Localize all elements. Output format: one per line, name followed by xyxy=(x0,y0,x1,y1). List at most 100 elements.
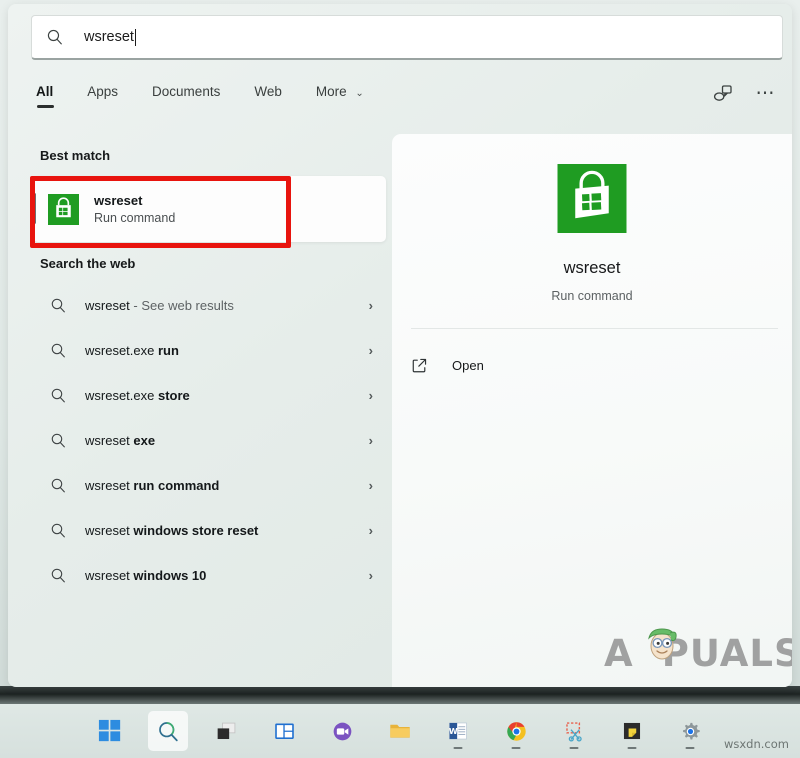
list-item[interactable]: wsreset run command › xyxy=(33,463,386,508)
tab-all-label: All xyxy=(36,84,53,99)
taskbar-search-button[interactable] xyxy=(148,711,188,751)
label-bold: windows 10 xyxy=(133,568,206,583)
search-icon xyxy=(157,720,180,743)
mascot-face-icon xyxy=(640,620,684,664)
appuals-watermark: A P PUALS xyxy=(604,632,792,675)
running-indicator xyxy=(454,747,463,749)
list-item-label: wsreset run command xyxy=(85,478,219,493)
list-item-label: wsreset exe xyxy=(85,433,155,448)
folder-icon xyxy=(388,719,412,743)
preview-app-subtitle: Run command xyxy=(392,289,792,303)
tab-documents[interactable]: Documents xyxy=(152,82,220,108)
chevron-right-icon: › xyxy=(369,478,373,493)
selection-indicator xyxy=(33,193,36,224)
feedback-icon[interactable] xyxy=(712,83,734,105)
running-indicator xyxy=(570,747,579,749)
search-icon xyxy=(50,342,67,359)
label-bold: run xyxy=(158,343,179,358)
site-watermark: wsxdn.com xyxy=(724,737,789,751)
label-prefix: wsreset xyxy=(85,433,133,448)
chevron-right-icon: › xyxy=(369,298,373,313)
tab-apps[interactable]: Apps xyxy=(87,82,118,108)
best-match-heading: Best match xyxy=(40,148,390,163)
tab-web-label: Web xyxy=(254,84,282,99)
label-bold: store xyxy=(158,388,190,403)
tab-more[interactable]: More ⌄ xyxy=(316,82,364,108)
tab-web[interactable]: Web xyxy=(254,82,282,108)
microsoft-store-icon xyxy=(48,194,79,225)
label-prefix: wsreset.exe xyxy=(85,388,158,403)
divider xyxy=(411,328,778,329)
tab-apps-label: Apps xyxy=(87,84,118,99)
taskbar-word-button[interactable]: W xyxy=(438,711,478,751)
taskbar-chat-button[interactable] xyxy=(322,711,362,751)
widgets-icon xyxy=(273,720,296,743)
list-item[interactable]: wsreset windows 10 › xyxy=(33,553,386,598)
filter-tabbar: All Apps Documents Web More ⌄ ⋯ xyxy=(36,82,776,120)
search-icon xyxy=(50,387,67,404)
open-action[interactable]: Open xyxy=(411,350,484,380)
list-item-label: wsreset - See web results xyxy=(85,298,234,313)
header-actions: ⋯ xyxy=(712,82,777,105)
chevron-right-icon: › xyxy=(369,523,373,538)
taskbar-file-explorer-button[interactable] xyxy=(380,711,420,751)
list-item[interactable]: wsreset.exe run › xyxy=(33,328,386,373)
snipping-tool-icon xyxy=(563,720,586,743)
external-link-icon xyxy=(411,357,428,374)
taskbar-task-view-button[interactable] xyxy=(206,711,246,751)
label-bold: run command xyxy=(133,478,219,493)
list-item[interactable]: wsreset windows store reset › xyxy=(33,508,386,553)
list-item-label: wsreset.exe run xyxy=(85,343,179,358)
tab-more-label: More xyxy=(316,84,347,99)
search-icon xyxy=(50,297,67,314)
list-item[interactable]: wsreset - See web results › xyxy=(33,283,386,328)
chevron-right-icon: › xyxy=(369,343,373,358)
web-suggestions-list: wsreset - See web results › wsreset.exe … xyxy=(8,283,390,598)
list-item-label: wsreset windows 10 xyxy=(85,568,206,583)
tab-documents-label: Documents xyxy=(152,84,220,99)
best-match-texts: wsreset Run command xyxy=(94,193,175,225)
label-prefix: wsreset xyxy=(85,298,130,313)
search-icon xyxy=(50,477,67,494)
label-prefix: wsreset xyxy=(85,478,133,493)
gear-icon xyxy=(679,720,702,743)
search-icon xyxy=(50,567,67,584)
running-indicator xyxy=(628,747,637,749)
sticky-notes-icon xyxy=(621,720,643,742)
list-item-label: wsreset.exe store xyxy=(85,388,190,403)
taskbar-widgets-button[interactable] xyxy=(264,711,304,751)
chevron-right-icon: › xyxy=(369,388,373,403)
search-input[interactable]: wsreset xyxy=(31,15,783,60)
windows-start-icon xyxy=(98,719,122,743)
taskbar: W xyxy=(0,704,800,758)
chevron-right-icon: › xyxy=(369,433,373,448)
preview-pane: wsreset Run command Open xyxy=(392,134,792,687)
list-item[interactable]: wsreset exe › xyxy=(33,418,386,463)
label-bold: windows store reset xyxy=(133,523,258,538)
label-bold: exe xyxy=(133,433,155,448)
tab-all[interactable]: All xyxy=(36,82,53,108)
desktop-strip xyxy=(0,686,800,704)
results-column: Best match wsreset Run command xyxy=(8,130,390,687)
running-indicator xyxy=(686,747,695,749)
taskbar-settings-button[interactable] xyxy=(670,711,710,751)
taskbar-chrome-button[interactable] xyxy=(496,711,536,751)
text-caret xyxy=(135,29,136,46)
more-options-button[interactable]: ⋯ xyxy=(756,87,777,101)
label-prefix: wsreset xyxy=(85,523,133,538)
svg-text:W: W xyxy=(449,727,458,736)
chevron-right-icon: › xyxy=(369,568,373,583)
taskbar-start-button[interactable] xyxy=(90,711,130,751)
best-match-result[interactable]: wsreset Run command xyxy=(33,176,386,242)
windows-search-panel: wsreset All Apps Documents Web More ⌄ xyxy=(8,4,792,687)
label-prefix: wsreset xyxy=(85,568,133,583)
search-icon xyxy=(50,432,67,449)
watermark-prefix: A xyxy=(604,632,634,675)
list-item[interactable]: wsreset.exe store › xyxy=(33,373,386,418)
best-match-title: wsreset xyxy=(94,193,175,208)
taskbar-icons: W xyxy=(90,711,710,751)
label-prefix: wsreset.exe xyxy=(85,343,158,358)
taskbar-sticky-notes-button[interactable] xyxy=(612,711,652,751)
search-icon xyxy=(46,28,64,46)
taskbar-snipping-tool-button[interactable] xyxy=(554,711,594,751)
